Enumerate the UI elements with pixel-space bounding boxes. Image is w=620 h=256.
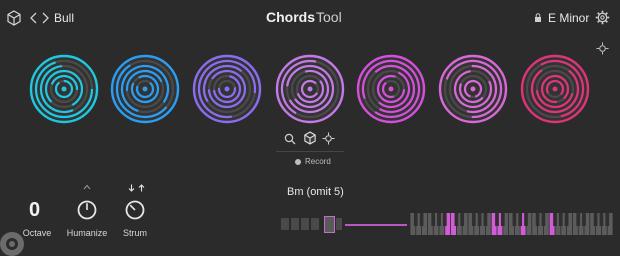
- arrow-up-icon[interactable]: [138, 184, 145, 192]
- black-key[interactable]: [442, 213, 447, 226]
- humanize-label: Humanize: [66, 228, 108, 238]
- mini-pad[interactable]: [301, 218, 309, 230]
- black-key[interactable]: [558, 213, 563, 226]
- arrow-down-icon[interactable]: [128, 184, 135, 192]
- cube-icon[interactable]: [7, 10, 21, 26]
- chevron-right-icon[interactable]: [41, 12, 49, 24]
- key-selector[interactable]: E Minor: [548, 11, 589, 25]
- strum-knob[interactable]: [125, 200, 145, 220]
- black-key[interactable]: [605, 213, 610, 226]
- mini-pad[interactable]: [281, 218, 289, 230]
- mini-pad[interactable]: [336, 218, 342, 230]
- black-key[interactable]: [599, 213, 604, 226]
- black-key[interactable]: [512, 213, 517, 226]
- cube-icon[interactable]: [304, 131, 316, 145]
- black-key[interactable]: [413, 213, 418, 226]
- black-key[interactable]: [460, 213, 465, 226]
- black-key[interactable]: [576, 213, 581, 226]
- app-title-light: Tool: [316, 9, 342, 25]
- chord-pad-2[interactable]: [110, 54, 180, 124]
- black-key[interactable]: [454, 213, 459, 226]
- gear-icon[interactable]: [595, 10, 610, 25]
- black-key[interactable]: [419, 213, 424, 226]
- octave-value[interactable]: 0: [29, 199, 40, 222]
- black-key[interactable]: [593, 213, 598, 226]
- black-key[interactable]: [535, 213, 540, 226]
- mini-pad-selected[interactable]: [324, 216, 335, 233]
- record-dot-icon[interactable]: [295, 159, 301, 165]
- move-icon[interactable]: [322, 132, 335, 145]
- search-icon[interactable]: [284, 133, 296, 145]
- lock-icon[interactable]: [534, 13, 542, 23]
- chord-pad-6[interactable]: [438, 54, 508, 124]
- chord-pad-1[interactable]: [29, 54, 99, 124]
- chevron-up-icon[interactable]: [83, 184, 91, 190]
- black-key[interactable]: [553, 213, 557, 226]
- mini-pad[interactable]: [311, 218, 319, 230]
- black-key[interactable]: [564, 213, 569, 226]
- piano-keys[interactable]: [410, 213, 613, 235]
- black-key[interactable]: [477, 213, 482, 226]
- range-line: [345, 224, 407, 226]
- chord-name: Bm (omit 5): [287, 186, 344, 198]
- mini-pad[interactable]: [291, 218, 299, 230]
- record-label[interactable]: Record: [305, 157, 331, 166]
- logo-icon: [0, 232, 24, 256]
- black-key[interactable]: [524, 213, 528, 226]
- chord-pad-3[interactable]: [192, 54, 262, 124]
- chevron-left-icon[interactable]: [30, 12, 38, 24]
- humanize-knob[interactable]: [77, 200, 97, 220]
- chord-pad-4[interactable]: [275, 54, 345, 124]
- strum-label: Strum: [122, 228, 147, 238]
- move-icon[interactable]: [596, 42, 609, 55]
- black-key[interactable]: [471, 213, 476, 226]
- piano-keyboard[interactable]: [410, 213, 613, 235]
- black-key[interactable]: [518, 213, 523, 226]
- app-title: ChordsTool: [266, 9, 342, 25]
- toolbar-divider: [276, 151, 344, 152]
- preset-name[interactable]: Bull: [54, 11, 74, 25]
- chord-pad-5[interactable]: [356, 54, 426, 124]
- black-key[interactable]: [483, 213, 488, 226]
- black-key[interactable]: [495, 213, 499, 226]
- chord-pad-7[interactable]: [520, 54, 590, 124]
- black-key[interactable]: [582, 213, 586, 226]
- black-key[interactable]: [437, 213, 441, 226]
- black-key[interactable]: [431, 213, 436, 226]
- app-title-bold: Chords: [266, 9, 315, 25]
- black-key[interactable]: [500, 213, 505, 226]
- black-key[interactable]: [541, 213, 546, 226]
